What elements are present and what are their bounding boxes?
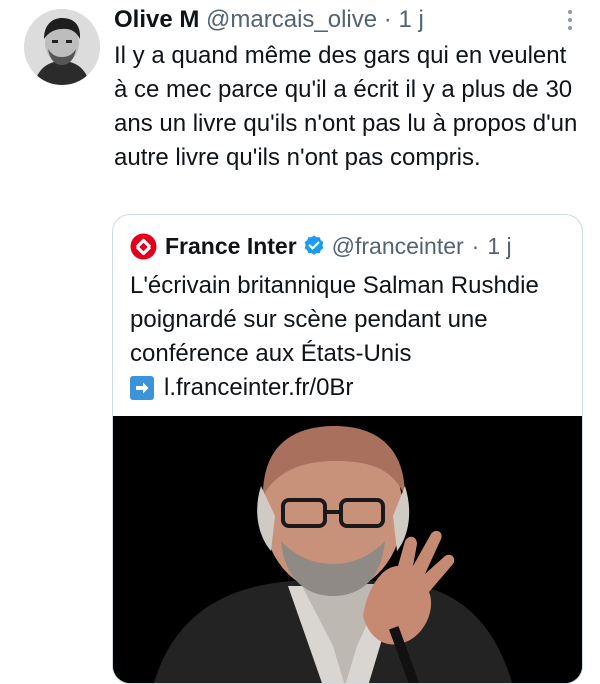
author-avatar[interactable] [24,9,100,85]
author-name[interactable]: Olive M [114,6,199,33]
quoted-tweet-header: France Inter @franceinter · 1 j [130,232,574,260]
quoted-author-name[interactable]: France Inter [165,232,297,260]
quoted-tweet-card[interactable]: France Inter @franceinter · 1 j L'écriva… [112,214,583,684]
photo-portrait-illustration [113,416,582,683]
quoted-author-handle[interactable]: @franceinter [332,232,464,260]
quoted-tweet-text: L'écrivain britannique Salman Rushdie po… [130,272,539,367]
quoted-tweet-photo[interactable] [113,416,582,683]
author-handle[interactable]: @marcais_olive [206,6,377,33]
tweet-timestamp[interactable]: 1 j [398,6,423,33]
quoted-separator-dot: · [471,233,480,259]
tweet-header: Olive M @marcais_olive · 1 j [114,5,540,35]
quoted-link-text[interactable]: l.franceinter.fr/0Br [164,371,353,405]
quoted-timestamp[interactable]: 1 j [487,232,511,260]
separator-dot: · [383,6,392,33]
right-arrow-emoji-icon [130,376,154,400]
more-dots-icon[interactable] [563,8,577,32]
verified-badge-icon [304,235,324,255]
avatar-illustration [24,9,100,85]
quoted-link-row[interactable]: l.franceinter.fr/0Br [130,371,353,405]
france-inter-logo-icon [130,233,157,259]
tweet-text: Il y a quand même des gars qui en veulen… [114,42,578,171]
